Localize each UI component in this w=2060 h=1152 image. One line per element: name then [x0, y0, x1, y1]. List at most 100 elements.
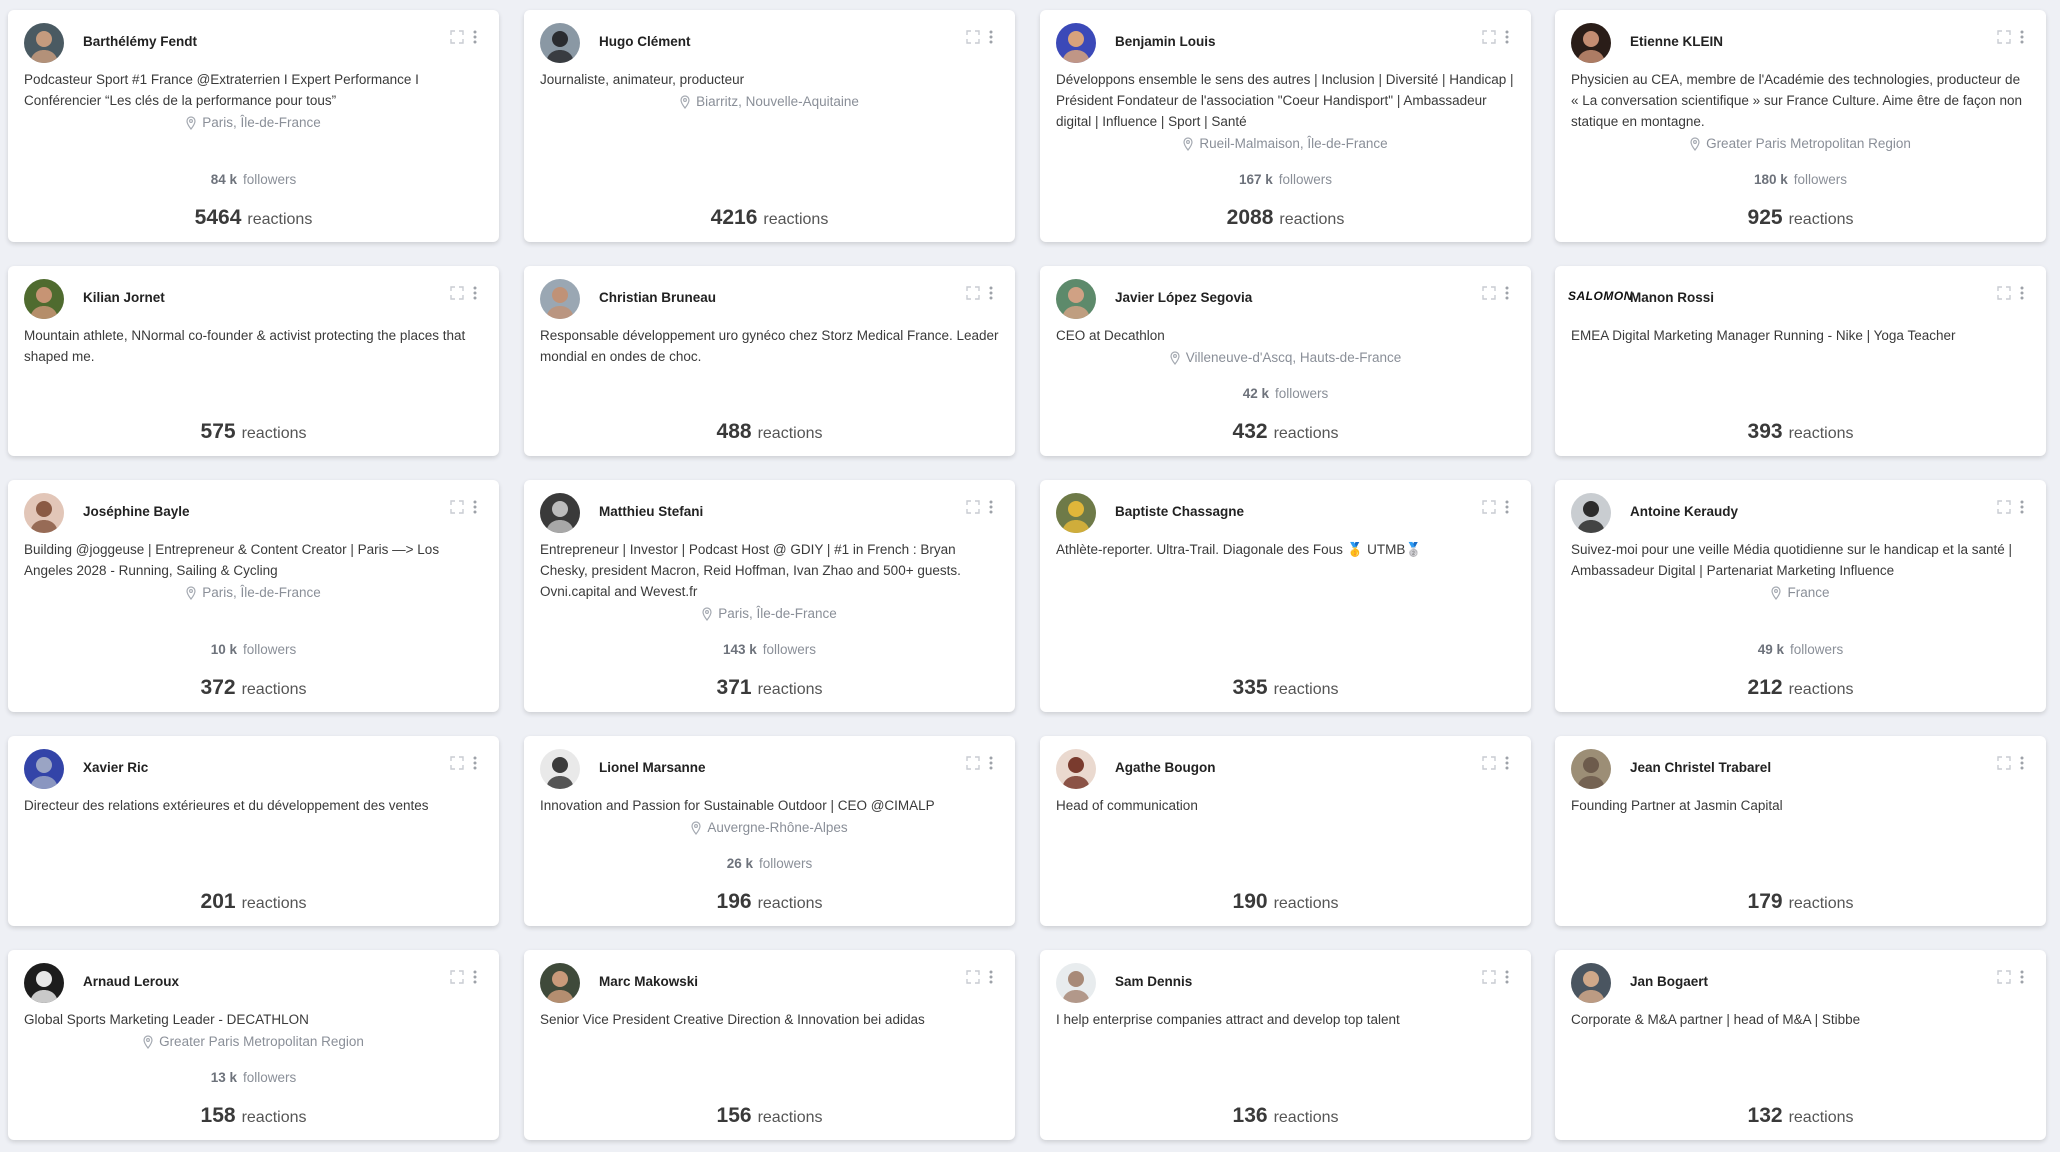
expand-icon[interactable]: [966, 286, 980, 300]
avatar[interactable]: [540, 493, 580, 533]
more-vertical-icon[interactable]: [473, 500, 477, 514]
expand-icon[interactable]: [1482, 970, 1496, 984]
expand-icon[interactable]: [1482, 756, 1496, 770]
avatar[interactable]: [540, 749, 580, 789]
expand-icon[interactable]: [966, 970, 980, 984]
avatar[interactable]: [24, 493, 64, 533]
influencer-card[interactable]: Baptiste Chassagne Athlète-reporter. Ultr…: [1040, 480, 1531, 712]
avatar[interactable]: [24, 279, 64, 319]
profile-name[interactable]: Joséphine Bayle: [83, 504, 190, 519]
profile-name[interactable]: Matthieu Stefani: [599, 504, 703, 519]
reactions-value: 158: [200, 1104, 236, 1127]
profile-name[interactable]: Benjamin Louis: [1115, 34, 1216, 49]
expand-icon[interactable]: [1482, 500, 1496, 514]
influencer-card[interactable]: Marc Makowski Senior Vice President Creat…: [524, 950, 1015, 1140]
profile-name[interactable]: Antoine Keraudy: [1630, 504, 1738, 519]
expand-icon[interactable]: [450, 286, 464, 300]
expand-icon[interactable]: [1482, 286, 1496, 300]
profile-name[interactable]: Javier López Segovia: [1115, 290, 1252, 305]
avatar[interactable]: [24, 749, 64, 789]
expand-icon[interactable]: [450, 756, 464, 770]
more-vertical-icon[interactable]: [1505, 30, 1509, 44]
avatar[interactable]: [24, 23, 64, 63]
influencer-card[interactable]: Etienne KLEIN Physicien au CEA, membre de…: [1555, 10, 2046, 242]
avatar[interactable]: [1056, 23, 1096, 63]
profile-name[interactable]: Kilian Jornet: [83, 290, 165, 305]
profile-name[interactable]: Marc Makowski: [599, 974, 698, 989]
influencer-card[interactable]: Barthélémy Fendt Podcasteur Sport #1 Fran…: [8, 10, 499, 242]
influencer-card[interactable]: Benjamin Louis Développons ensemble le se…: [1040, 10, 1531, 242]
profile-name[interactable]: Xavier Ric: [83, 760, 148, 775]
more-vertical-icon[interactable]: [473, 30, 477, 44]
avatar[interactable]: [1056, 749, 1096, 789]
avatar[interactable]: [540, 963, 580, 1003]
expand-icon[interactable]: [1997, 30, 2011, 44]
avatar[interactable]: [1571, 23, 1611, 63]
more-vertical-icon[interactable]: [473, 286, 477, 300]
influencer-card[interactable]: Christian Bruneau Responsable développeme…: [524, 266, 1015, 456]
avatar[interactable]: [1056, 279, 1096, 319]
profile-name[interactable]: Jan Bogaert: [1630, 974, 1708, 989]
more-vertical-icon[interactable]: [989, 500, 993, 514]
more-vertical-icon[interactable]: [1505, 500, 1509, 514]
influencer-card[interactable]: Kilian Jornet Mountain athlete, NNormal c…: [8, 266, 499, 456]
more-vertical-icon[interactable]: [2020, 286, 2024, 300]
influencer-card[interactable]: Matthieu Stefani Entrepreneur | Investor …: [524, 480, 1015, 712]
expand-icon[interactable]: [1482, 30, 1496, 44]
more-vertical-icon[interactable]: [473, 970, 477, 984]
profile-name[interactable]: Barthélémy Fendt: [83, 34, 197, 49]
more-vertical-icon[interactable]: [989, 30, 993, 44]
more-vertical-icon[interactable]: [989, 756, 993, 770]
influencer-card[interactable]: Jan Bogaert Corporate & M&A partner | hea…: [1555, 950, 2046, 1140]
avatar[interactable]: [1571, 493, 1611, 533]
avatar[interactable]: [24, 963, 64, 1003]
expand-icon[interactable]: [966, 30, 980, 44]
profile-name[interactable]: Christian Bruneau: [599, 290, 716, 305]
expand-icon[interactable]: [450, 970, 464, 984]
more-vertical-icon[interactable]: [2020, 970, 2024, 984]
more-vertical-icon[interactable]: [989, 970, 993, 984]
expand-icon[interactable]: [966, 500, 980, 514]
expand-icon[interactable]: [450, 500, 464, 514]
avatar[interactable]: [1056, 963, 1096, 1003]
profile-name[interactable]: Hugo Clément: [599, 34, 691, 49]
profile-name[interactable]: Lionel Marsanne: [599, 760, 706, 775]
influencer-card[interactable]: SALOMON Manon Rossi EMEA Digital Marketing…: [1555, 266, 2046, 456]
more-vertical-icon[interactable]: [989, 286, 993, 300]
influencer-card[interactable]: Joséphine Bayle Building @joggeuse | Entr…: [8, 480, 499, 712]
more-vertical-icon[interactable]: [2020, 500, 2024, 514]
expand-icon[interactable]: [1997, 286, 2011, 300]
avatar[interactable]: [1056, 493, 1096, 533]
influencer-card[interactable]: Antoine Keraudy Suivez-moi pour une veill…: [1555, 480, 2046, 712]
avatar[interactable]: [1571, 749, 1611, 789]
avatar[interactable]: [1571, 963, 1611, 1003]
avatar[interactable]: [540, 279, 580, 319]
expand-icon[interactable]: [1997, 756, 2011, 770]
avatar[interactable]: [540, 23, 580, 63]
expand-icon[interactable]: [1997, 500, 2011, 514]
more-vertical-icon[interactable]: [2020, 30, 2024, 44]
influencer-card[interactable]: Arnaud Leroux Global Sports Marketing Lea…: [8, 950, 499, 1140]
influencer-card[interactable]: Hugo Clément Journaliste, animateur, prod…: [524, 10, 1015, 242]
more-vertical-icon[interactable]: [473, 756, 477, 770]
profile-name[interactable]: Jean Christel Trabarel: [1630, 760, 1771, 775]
profile-name[interactable]: Arnaud Leroux: [83, 974, 179, 989]
influencer-card[interactable]: Sam Dennis I help enterprise companies at…: [1040, 950, 1531, 1140]
expand-icon[interactable]: [1997, 970, 2011, 984]
expand-icon[interactable]: [450, 30, 464, 44]
profile-name[interactable]: Sam Dennis: [1115, 974, 1192, 989]
profile-name[interactable]: Manon Rossi: [1630, 290, 1714, 305]
expand-icon[interactable]: [966, 756, 980, 770]
influencer-card[interactable]: Javier López Segovia CEO at Decathlon Vill…: [1040, 266, 1531, 456]
influencer-card[interactable]: Lionel Marsanne Innovation and Passion fo…: [524, 736, 1015, 926]
influencer-card[interactable]: Agathe Bougon Head of communication 190 rea…: [1040, 736, 1531, 926]
more-vertical-icon[interactable]: [1505, 970, 1509, 984]
profile-name[interactable]: Agathe Bougon: [1115, 760, 1216, 775]
profile-name[interactable]: Etienne KLEIN: [1630, 34, 1723, 49]
influencer-card[interactable]: Jean Christel Trabarel Founding Partner a…: [1555, 736, 2046, 926]
more-vertical-icon[interactable]: [1505, 286, 1509, 300]
more-vertical-icon[interactable]: [1505, 756, 1509, 770]
more-vertical-icon[interactable]: [2020, 756, 2024, 770]
profile-name[interactable]: Baptiste Chassagne: [1115, 504, 1244, 519]
influencer-card[interactable]: Xavier Ric Directeur des relations extéri…: [8, 736, 499, 926]
